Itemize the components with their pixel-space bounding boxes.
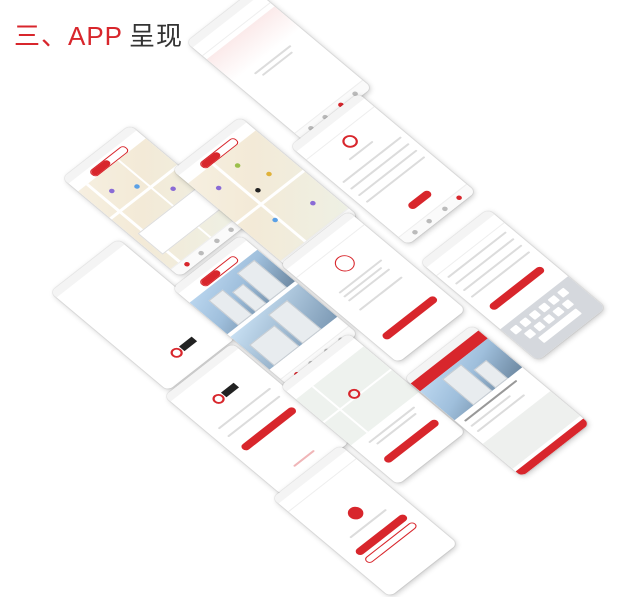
profile-action-button[interactable] (406, 189, 434, 211)
location-pin-icon[interactable] (345, 386, 363, 401)
map-marker-icon[interactable] (308, 199, 317, 207)
screen-form-keyboard (420, 209, 606, 361)
form-row[interactable] (470, 251, 531, 298)
register-link[interactable] (292, 449, 316, 468)
map-marker-icon[interactable] (133, 183, 141, 190)
app-mockup-board (0, 0, 640, 597)
map-marker-icon[interactable] (254, 187, 262, 194)
detail-mini-map[interactable] (482, 390, 581, 469)
brand-logo (167, 335, 199, 360)
confirm-icon (344, 504, 367, 523)
notice-confirm-button[interactable] (380, 294, 439, 341)
map-marker-icon[interactable] (265, 170, 273, 178)
notice-text-line (343, 266, 383, 298)
profile-row (357, 149, 418, 197)
map-marker-icon[interactable] (107, 187, 116, 195)
notice-icon (330, 251, 359, 275)
map-marker-icon[interactable] (214, 184, 223, 192)
map-marker-icon[interactable] (169, 185, 178, 192)
login-button[interactable] (239, 405, 298, 452)
status-bar (50, 239, 125, 298)
map-marker-icon[interactable] (233, 162, 242, 169)
avatar-icon (339, 132, 362, 151)
notice-text-line (347, 268, 391, 302)
brand-logo (209, 381, 241, 406)
